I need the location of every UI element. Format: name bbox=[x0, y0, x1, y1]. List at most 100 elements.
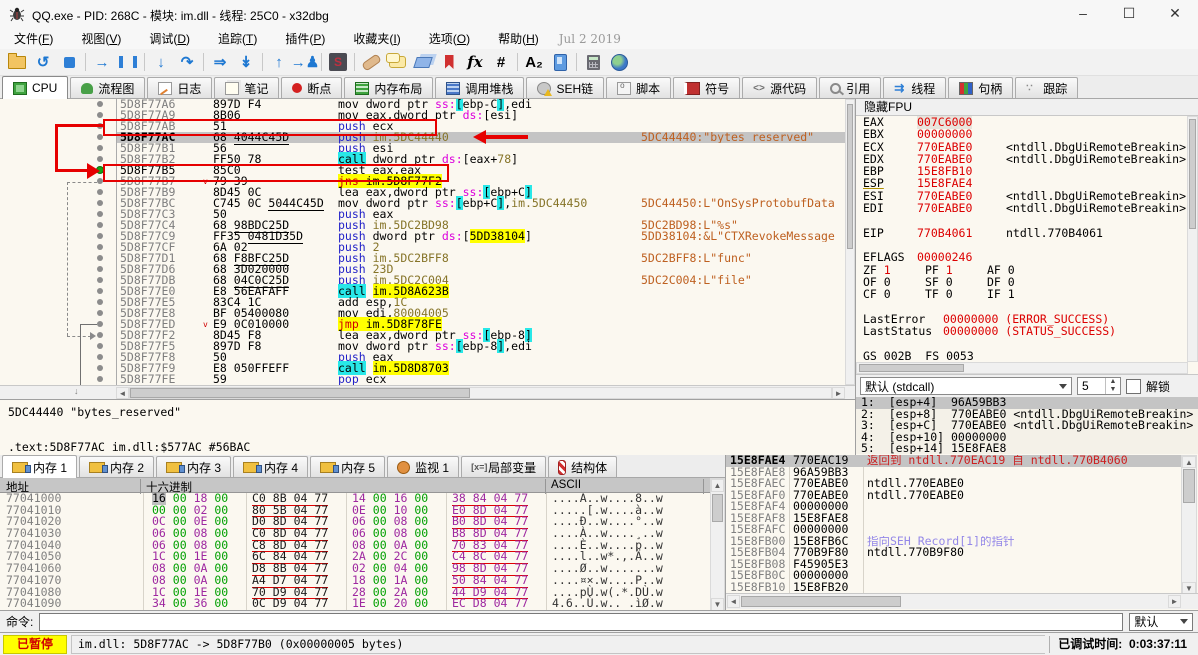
registers-hscrollbar[interactable] bbox=[856, 362, 1188, 374]
bookmarks-icon[interactable] bbox=[436, 50, 462, 74]
tab-跟踪[interactable]: ∵ 跟踪 bbox=[1015, 77, 1079, 98]
scroll-left-button[interactable]: ◄ bbox=[116, 387, 129, 399]
step-over-icon[interactable]: ↷ bbox=[174, 50, 200, 74]
instruction-dot[interactable] bbox=[97, 266, 103, 272]
hex-byte[interactable]: 20 bbox=[387, 596, 408, 610]
menu-T[interactable]: 追踪(T) bbox=[204, 28, 271, 50]
scylla-icon[interactable]: S bbox=[325, 50, 351, 74]
instruction-dot[interactable] bbox=[97, 101, 103, 107]
hex-byte[interactable]: 00 bbox=[407, 596, 428, 610]
scroll-up-button[interactable]: ▲ bbox=[1182, 456, 1196, 468]
flag-TF[interactable]: TF 0 bbox=[925, 288, 987, 300]
argument-row[interactable]: 5: [esp+14] 15E8FAE8 bbox=[856, 442, 1198, 454]
register-row[interactable]: LastStatus 00000000 (STATUS_SUCCESS) bbox=[856, 325, 1186, 338]
menu-D[interactable]: 调试(D) bbox=[135, 28, 204, 50]
stack-vscrollbar[interactable]: ▲ ▼ bbox=[1181, 455, 1197, 594]
tab-内存 1[interactable]: 内存 1 bbox=[2, 455, 78, 478]
instruction-dot[interactable] bbox=[97, 354, 103, 360]
instruction-dot[interactable] bbox=[97, 277, 103, 283]
instruction-dot[interactable] bbox=[97, 112, 103, 118]
command-input[interactable] bbox=[39, 612, 1124, 631]
open-file-icon[interactable] bbox=[4, 50, 30, 74]
register-row[interactable]: GS 002B FS 0053 bbox=[856, 349, 1186, 362]
text-az-icon[interactable]: A₂ bbox=[521, 50, 547, 74]
instruction-dot[interactable] bbox=[97, 321, 103, 327]
instruction-dot[interactable] bbox=[97, 310, 103, 316]
instruction-dot[interactable] bbox=[97, 211, 103, 217]
hex-byte[interactable]: D9 bbox=[266, 596, 287, 610]
tab-内存 2[interactable]: 内存 2 bbox=[79, 456, 155, 477]
disasm-vscrollbar[interactable] bbox=[845, 99, 855, 385]
minimize-button[interactable]: – bbox=[1060, 0, 1106, 28]
tab-笔记[interactable]: 笔记 bbox=[214, 77, 280, 98]
hex-byte[interactable]: 04 bbox=[287, 596, 308, 610]
instruction-dot[interactable] bbox=[97, 376, 103, 382]
scroll-track[interactable] bbox=[129, 387, 832, 399]
register-row[interactable]: CF 0 TF 0 IF 1 bbox=[856, 288, 1186, 300]
tab-内存 3[interactable]: 内存 3 bbox=[156, 456, 232, 477]
register-row[interactable]: EBP 15E8FB10 bbox=[856, 165, 1186, 178]
instruction-dot[interactable] bbox=[97, 189, 103, 195]
pause-icon[interactable] bbox=[115, 50, 141, 74]
instruction-dot[interactable] bbox=[97, 145, 103, 151]
hash-icon[interactable]: # bbox=[488, 50, 514, 74]
register-row[interactable]: EBX 00000000 bbox=[856, 128, 1186, 141]
calculator-icon[interactable] bbox=[580, 50, 606, 74]
stepper-arrows-icon[interactable]: ▲ ▼ bbox=[1105, 378, 1120, 394]
stop-icon[interactable] bbox=[56, 50, 82, 74]
instruction-dot[interactable] bbox=[97, 200, 103, 206]
scroll-thumb[interactable] bbox=[1189, 119, 1196, 229]
tab-引用[interactable]: 引用 bbox=[819, 77, 882, 98]
execute-till-return-icon[interactable]: ⇒ bbox=[207, 50, 233, 74]
scroll-thumb[interactable] bbox=[859, 364, 964, 372]
scroll-up-button[interactable]: ▲ bbox=[711, 479, 724, 492]
hex-byte[interactable]: 77 bbox=[507, 596, 528, 610]
scroll-thumb[interactable] bbox=[1183, 469, 1195, 503]
functions-icon[interactable]: fx bbox=[462, 50, 488, 74]
register-row[interactable] bbox=[856, 214, 1186, 226]
run-icon[interactable]: → bbox=[89, 50, 115, 74]
register-row[interactable]: EDI 770EABE0 <ntdll.DbgUiRemoteBreakin> bbox=[856, 201, 1186, 215]
hex-byte[interactable]: 36 bbox=[187, 596, 208, 610]
hex-byte[interactable]: 04 bbox=[487, 596, 508, 610]
hex-byte[interactable]: 34 bbox=[152, 596, 166, 610]
instruction-dot[interactable] bbox=[97, 288, 103, 294]
instruction-dot[interactable] bbox=[97, 156, 103, 162]
instruction-dot[interactable] bbox=[97, 365, 103, 371]
tab-断点[interactable]: 断点 bbox=[281, 77, 343, 98]
scroll-thumb[interactable] bbox=[741, 596, 901, 607]
disasm-row[interactable]: 5D8F77FE 59 pop ecx bbox=[0, 373, 845, 385]
close-button[interactable]: ✕ bbox=[1152, 0, 1198, 28]
calling-convention-combo[interactable]: 默认 (stdcall) bbox=[860, 377, 1072, 395]
tab-符号[interactable]: 符号 bbox=[673, 77, 741, 98]
hex-byte[interactable]: 00 bbox=[366, 596, 387, 610]
scroll-right-button[interactable]: ► bbox=[1168, 595, 1181, 608]
register-row[interactable]: EDX 770EABE0 <ntdll.DbgUiRemoteBreakin> bbox=[856, 153, 1186, 166]
tab-脚本[interactable]: 脚本 bbox=[606, 77, 672, 98]
scroll-left-button[interactable]: ◄ bbox=[727, 595, 740, 608]
tab-日志[interactable]: 日志 bbox=[147, 77, 213, 98]
instruction-dot[interactable] bbox=[97, 332, 103, 338]
hex-byte[interactable]: 0C bbox=[252, 596, 266, 610]
instruction-dot[interactable] bbox=[97, 244, 103, 250]
hex-byte[interactable]: D8 bbox=[466, 596, 487, 610]
instruction-dot[interactable] bbox=[97, 222, 103, 228]
step-out-icon[interactable]: ↡ bbox=[233, 50, 259, 74]
hide-fpu-button[interactable]: 隐藏FPU bbox=[856, 99, 1198, 116]
tab-流程图[interactable]: 流程图 bbox=[70, 77, 146, 98]
hex-byte[interactable]: 00 bbox=[207, 596, 228, 610]
unlock-checkbox[interactable] bbox=[1126, 378, 1141, 394]
register-row[interactable] bbox=[856, 239, 1186, 251]
scroll-thumb[interactable] bbox=[130, 388, 470, 398]
patch-icon[interactable] bbox=[358, 50, 384, 74]
register-value[interactable]: 770EABE0 bbox=[917, 201, 972, 215]
hex-byte[interactable]: 1E bbox=[352, 596, 366, 610]
tab-监视 1[interactable]: 监视 1 bbox=[387, 456, 460, 477]
scroll-thumb[interactable] bbox=[712, 494, 723, 522]
tab-内存 4[interactable]: 内存 4 bbox=[233, 456, 309, 477]
scroll-right-button[interactable]: ► bbox=[832, 387, 845, 399]
tab-源代码[interactable]: <> 源代码 bbox=[742, 77, 818, 98]
register-row[interactable]: EFLAGS 00000246 bbox=[856, 251, 1186, 264]
tab-结构体[interactable]: 结构体 bbox=[548, 456, 618, 477]
device-icon[interactable] bbox=[547, 50, 573, 74]
